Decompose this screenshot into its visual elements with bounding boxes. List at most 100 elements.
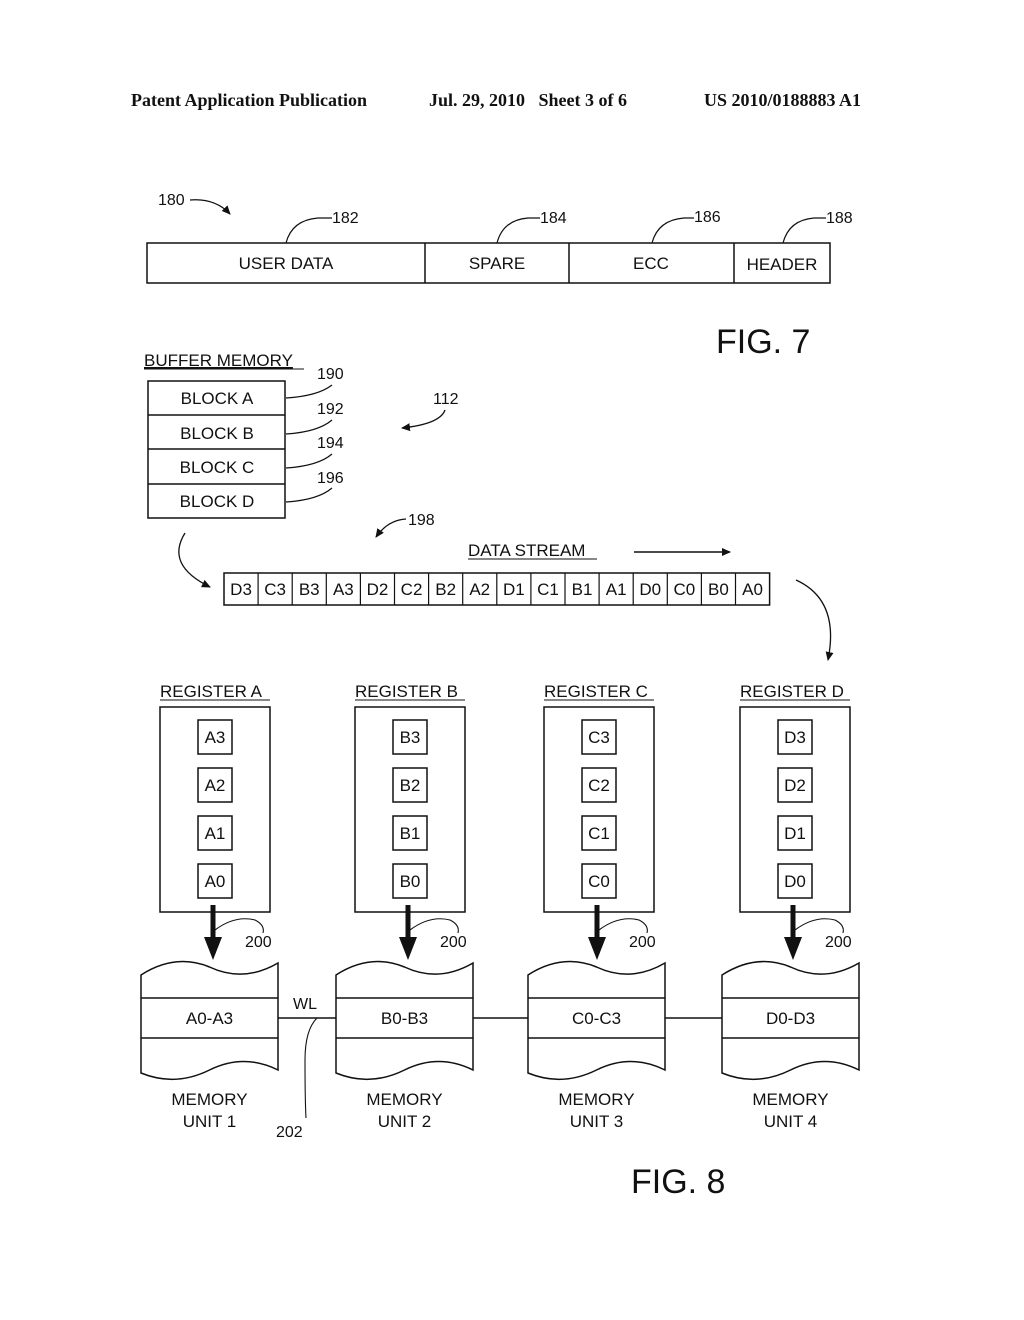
stream-cell: C2 xyxy=(401,580,423,599)
memory-unit-4: D0-D3 MEMORY UNIT 4 xyxy=(721,960,860,1131)
ref-202: 202 xyxy=(276,1124,303,1141)
stream-cell: C3 xyxy=(264,580,286,599)
block-b: BLOCK B xyxy=(180,424,254,443)
wordline-label: WL xyxy=(293,996,317,1013)
stream-cell: D3 xyxy=(230,580,252,599)
register-title: REGISTER D xyxy=(740,682,844,701)
field-ecc: ECC xyxy=(633,254,669,273)
memory-name-line1: MEMORY xyxy=(171,1090,247,1109)
ref-arrow xyxy=(189,199,231,215)
memory-range: B0-B3 xyxy=(381,1009,428,1028)
register-cell-label: B3 xyxy=(400,728,421,747)
patent-drawing: 180 USER DATA SPARE ECC HEADER 182 184 1… xyxy=(140,192,860,1201)
ref-192: 192 xyxy=(317,401,344,418)
stream-cell: B2 xyxy=(435,580,456,599)
buffer-memory-title: BUFFER MEMORY xyxy=(144,351,293,370)
ref-190: 190 xyxy=(317,366,344,383)
stream-cell: A3 xyxy=(333,580,354,599)
ref-112: 112 xyxy=(433,391,459,408)
field-header: HEADER xyxy=(747,255,818,274)
memory-unit-1: A0-A3 MEMORY UNIT 1 xyxy=(140,960,279,1131)
stream-cell: A1 xyxy=(606,580,627,599)
ref-188: 188 xyxy=(826,210,853,227)
registers: REGISTER A A3 A2 A1 A0 200 REGISTER B B3 B2 B1 B0 2… xyxy=(159,682,852,960)
stream-cell: D1 xyxy=(503,580,525,599)
register-title: REGISTER B xyxy=(355,682,458,701)
leader-200 xyxy=(794,918,844,934)
register-title: REGISTER C xyxy=(544,682,648,701)
ref-180: 180 xyxy=(158,192,185,209)
leader-200 xyxy=(409,918,459,934)
ref-184: 184 xyxy=(540,210,567,227)
register-cell-label: D2 xyxy=(784,776,806,795)
ref-198: 198 xyxy=(408,512,435,529)
register-a: REGISTER A A3 A2 A1 A0 200 xyxy=(159,682,272,960)
register-c: REGISTER C C3 C2 C1 C0 200 xyxy=(543,682,656,960)
ref-200: 200 xyxy=(825,934,852,951)
register-cell-label: C1 xyxy=(588,824,610,843)
stream-to-register-arrow xyxy=(795,579,834,661)
ref-arrow xyxy=(401,409,446,432)
leader-194 xyxy=(285,453,333,469)
leader-190 xyxy=(285,384,333,399)
transfer-arrow-head xyxy=(784,937,802,960)
stream-cell: A0 xyxy=(742,580,763,599)
transfer-arrow-head xyxy=(399,937,417,960)
register-cell-label: A3 xyxy=(205,728,226,747)
memory-unit-3: C0-C3 MEMORY UNIT 3 xyxy=(527,960,666,1131)
data-stream-title: DATA STREAM xyxy=(468,541,585,560)
stream-cell: C1 xyxy=(537,580,559,599)
ref-196: 196 xyxy=(317,470,344,487)
memory-name-line2: UNIT 2 xyxy=(378,1112,432,1131)
register-cell-label: C3 xyxy=(588,728,610,747)
register-cell-label: C2 xyxy=(588,776,610,795)
register-cell-label: D1 xyxy=(784,824,806,843)
memory-unit-2: B0-B3 MEMORY UNIT 2 xyxy=(335,960,474,1131)
leader-196 xyxy=(285,487,333,503)
stream-cell: D0 xyxy=(639,580,661,599)
ref-200: 200 xyxy=(440,934,467,951)
register-cell-label: B2 xyxy=(400,776,421,795)
memory-name-line1: MEMORY xyxy=(558,1090,634,1109)
register-title: REGISTER A xyxy=(160,682,263,701)
field-spare: SPARE xyxy=(469,254,525,273)
memory-range: C0-C3 xyxy=(572,1009,621,1028)
leader-192 xyxy=(285,419,333,435)
memory-range: A0-A3 xyxy=(186,1009,233,1028)
ref-200: 200 xyxy=(245,934,272,951)
stream-cell: B1 xyxy=(572,580,593,599)
data-stream: D3 C3 B3 A3 D2 C2 B2 A2 D1 C1 B1 A1 D0 C0 B0 A0 xyxy=(223,572,771,606)
field-user-data: USER DATA xyxy=(239,254,334,273)
transfer-arrow-head xyxy=(588,937,606,960)
leader-200 xyxy=(598,918,648,934)
data-format-bar: USER DATA SPARE ECC HEADER 182 184 186 1… xyxy=(146,209,853,284)
block-c: BLOCK C xyxy=(180,458,255,477)
ref-200: 200 xyxy=(629,934,656,951)
ref-182: 182 xyxy=(332,210,359,227)
transfer-arrow-head xyxy=(204,937,222,960)
stream-cell: D2 xyxy=(367,580,389,599)
register-b: REGISTER B B3 B2 B1 B0 200 xyxy=(354,682,467,960)
register-cell-label: A2 xyxy=(205,776,226,795)
leader-202 xyxy=(304,1017,318,1119)
leader-182 xyxy=(285,217,332,244)
ref-arrow xyxy=(375,518,407,538)
register-cell-label: A1 xyxy=(205,824,226,843)
buffer-memory: BLOCK A BLOCK B BLOCK C BLOCK D 190 192 … xyxy=(147,366,344,519)
leader-188 xyxy=(782,217,826,244)
register-d: REGISTER D D3 D2 D1 D0 200 xyxy=(739,682,852,960)
memory-name-line2: UNIT 4 xyxy=(764,1112,818,1131)
stream-cell: A2 xyxy=(469,580,490,599)
leader-184 xyxy=(496,217,540,244)
block-a: BLOCK A xyxy=(181,389,254,408)
memory-name-line1: MEMORY xyxy=(752,1090,828,1109)
ref-186: 186 xyxy=(694,209,721,226)
fig8-label: FIG. 8 xyxy=(631,1163,725,1201)
stream-cell: B0 xyxy=(708,580,729,599)
fig8: BUFFER MEMORY BLOCK A BLOCK B BLOCK C BL… xyxy=(140,351,860,1201)
fig7-label: FIG. 7 xyxy=(716,323,810,361)
stream-cell: C0 xyxy=(673,580,695,599)
register-cell-label: C0 xyxy=(588,872,610,891)
memory-name-line2: UNIT 3 xyxy=(570,1112,624,1131)
buffer-to-stream-arrow xyxy=(178,532,211,588)
